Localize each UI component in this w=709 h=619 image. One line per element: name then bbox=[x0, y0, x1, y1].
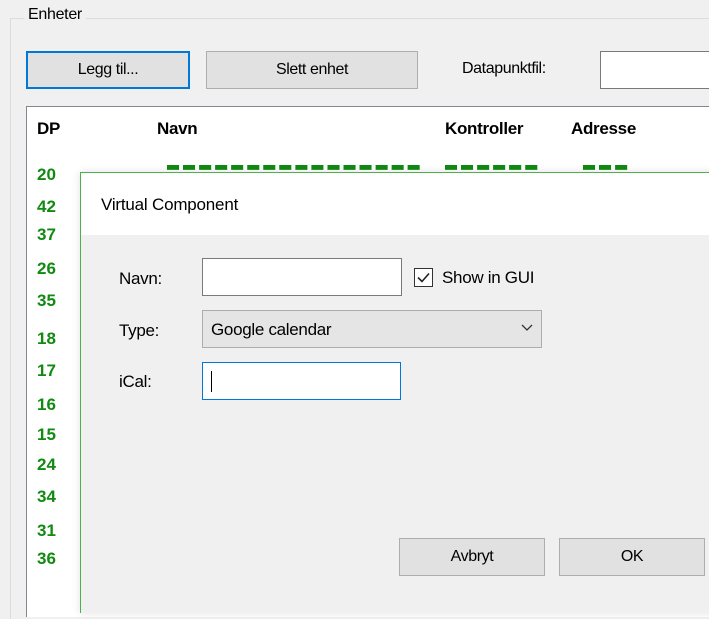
show-in-gui-label[interactable]: Show in GUI bbox=[442, 268, 534, 288]
table-row-dp[interactable]: 24 bbox=[37, 455, 56, 475]
column-header-controller[interactable]: Kontroller bbox=[445, 119, 524, 139]
table-row-dp[interactable]: 31 bbox=[37, 521, 56, 541]
checkmark-icon bbox=[417, 272, 430, 283]
table-row-dp[interactable]: 36 bbox=[37, 549, 56, 569]
show-in-gui-checkbox[interactable] bbox=[414, 268, 433, 287]
table-row-dp[interactable]: 15 bbox=[37, 425, 56, 445]
column-header-address[interactable]: Adresse bbox=[571, 119, 636, 139]
type-select[interactable]: Google calendar bbox=[202, 310, 542, 348]
add-button[interactable]: Legg til... bbox=[26, 51, 190, 89]
name-label: Navn: bbox=[119, 269, 162, 288]
table-row-dp[interactable]: 35 bbox=[37, 291, 56, 311]
ical-input[interactable] bbox=[202, 362, 401, 400]
table-row-dp[interactable]: 18 bbox=[37, 329, 56, 349]
ical-label: iCal: bbox=[119, 372, 152, 391]
datapoint-file-input[interactable] bbox=[600, 51, 709, 89]
cancel-button[interactable]: Avbryt bbox=[399, 538, 545, 576]
table-row-dp[interactable]: 26 bbox=[37, 259, 56, 279]
name-input[interactable] bbox=[202, 258, 402, 296]
table-row-dp[interactable]: 34 bbox=[37, 487, 56, 507]
table-row-dp[interactable]: 16 bbox=[37, 395, 56, 415]
column-header-dp[interactable]: DP bbox=[37, 119, 60, 139]
delete-unit-button[interactable]: Slett enhet bbox=[206, 51, 418, 89]
ok-button[interactable]: OK bbox=[559, 538, 705, 576]
type-label: Type: bbox=[119, 321, 160, 340]
table-row-dp[interactable]: 20 bbox=[37, 165, 56, 185]
table-row-dp[interactable]: 17 bbox=[37, 361, 56, 381]
type-select-value: Google calendar bbox=[211, 320, 332, 339]
column-header-name[interactable]: Navn bbox=[157, 119, 198, 139]
virtual-component-dialog: Virtual Component Navn: Show in GUI Type… bbox=[80, 172, 709, 613]
chevron-down-icon bbox=[521, 324, 533, 331]
table-row-dp[interactable]: 37 bbox=[37, 225, 56, 245]
dialog-title: Virtual Component bbox=[101, 195, 239, 214]
dialog-titlebar[interactable]: Virtual Component bbox=[81, 173, 709, 235]
text-caret bbox=[211, 371, 212, 392]
table-row-dp[interactable]: 42 bbox=[37, 197, 56, 217]
units-group-title: Enheter bbox=[24, 6, 86, 24]
datapoint-file-label: Datapunktfil: bbox=[462, 60, 546, 77]
